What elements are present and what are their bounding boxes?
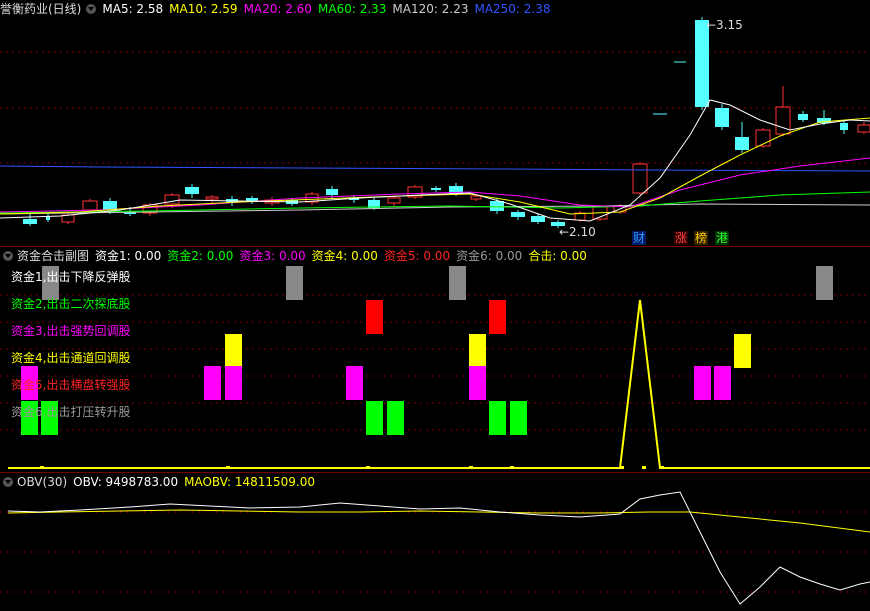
stock-title: 誉衡药业(日线) — [0, 2, 82, 16]
ma-label: MA20: 2.60 — [243, 2, 312, 16]
sub-value: 资金6: 0.00 — [456, 249, 523, 263]
signal-bar — [734, 334, 751, 368]
sub-value: 资金3: 0.00 — [239, 249, 306, 263]
collapse-icon[interactable] — [86, 4, 97, 14]
obv-header: OBV(30) OBV: 9498783.00 MAOBV: 14811509.00 — [0, 473, 321, 491]
sub-value: 合击: 0.00 — [528, 249, 587, 263]
candle-body-down — [490, 201, 504, 211]
signal-label: 资金3,出击强势回调股 — [11, 324, 131, 338]
ma-label: MA5: 2.58 — [102, 2, 164, 16]
signal-tick — [366, 466, 370, 469]
signal-label: 资金5,出击横盘转强股 — [11, 378, 131, 392]
signal-bar — [469, 334, 486, 368]
low-price-label: ←2.10 — [559, 225, 596, 239]
signal-tick — [660, 466, 664, 469]
sub-value: 资金1: 0.00 — [95, 249, 162, 263]
candle-body-up — [470, 195, 482, 200]
candle-body-down — [326, 189, 338, 195]
ma-label: MA10: 2.59 — [169, 2, 238, 16]
candle-body-up — [205, 196, 219, 200]
collapse-icon[interactable] — [3, 477, 13, 487]
maobv-line — [7, 509, 870, 533]
candle-body-down — [23, 219, 37, 224]
signal-tick — [620, 466, 624, 469]
candle-body-down — [840, 123, 848, 130]
signal-bar — [366, 300, 383, 334]
ma-label: MA250: 2.38 — [474, 2, 551, 16]
signal-bar — [510, 401, 527, 435]
signal-bar — [204, 366, 221, 400]
signal-bar — [346, 366, 363, 400]
ma5-line — [0, 99, 870, 222]
obv-panel[interactable]: OBV(30) OBV: 9498783.00 MAOBV: 14811509.00 — [0, 472, 870, 611]
ma-legend: MA5: 2.58 MA10: 2.59 MA20: 2.60 MA60: 2.33 M… — [102, 2, 556, 16]
signal-bar — [489, 300, 506, 334]
maobv-value: MAOBV: 14811509.00 — [184, 475, 316, 489]
main-header: 誉衡药业(日线) MA5: 2.58 MA10: 2.59 MA20: 2.60 MA6… — [0, 0, 557, 18]
candle-body-down — [695, 20, 709, 107]
signal-bar — [469, 366, 486, 400]
signal-tick — [469, 466, 473, 469]
combined-signal-line — [8, 299, 870, 469]
signal-bar — [366, 401, 383, 435]
signal-tick — [226, 466, 230, 469]
candle-body-up — [775, 106, 791, 135]
event-badge[interactable]: 榜 — [694, 231, 709, 245]
candle-body-down — [246, 198, 258, 201]
signal-bar — [694, 366, 711, 400]
candle-body-down — [531, 216, 545, 222]
sub-value: 资金2: 0.00 — [167, 249, 234, 263]
sub-values: 资金1: 0.00 资金2: 0.00 资金3: 0.00 资金4: 0.00 资金5:… — [95, 249, 593, 263]
signal-subchart-panel[interactable]: 资金合击副图 资金1: 0.00 资金2: 0.00 资金3: 0.00 资金4: 0.… — [0, 246, 870, 472]
signal-tick — [510, 466, 514, 469]
candle-body-down — [715, 108, 729, 127]
signal-bar — [489, 401, 506, 435]
signal-bar — [286, 266, 303, 300]
signal-tick — [642, 466, 646, 469]
collapse-icon[interactable] — [3, 251, 13, 261]
event-badge[interactable]: 港 — [715, 231, 730, 245]
signal-bar — [714, 366, 731, 400]
candle-body-down — [798, 114, 808, 120]
signal-label: 资金2,出击二次探底股 — [11, 297, 131, 311]
obv-title: OBV(30) — [17, 475, 68, 489]
candle-body-up — [857, 124, 870, 133]
signal-bar — [449, 266, 466, 300]
obv-value: OBV: 9498783.00 — [73, 475, 179, 489]
candle-body-down — [511, 212, 525, 217]
signal-chart[interactable] — [0, 246, 870, 472]
candle-body-up — [632, 163, 648, 194]
candle-body-down — [735, 137, 749, 150]
high-price-label: ←3.15 — [706, 18, 743, 32]
ma-label: MA60: 2.33 — [318, 2, 387, 16]
candle-body-down — [431, 188, 441, 190]
signal-label: 资金1,出击下降反弹股 — [11, 270, 131, 284]
signal-bar — [225, 366, 242, 400]
candle-body-up — [82, 200, 98, 211]
signal-tick — [40, 466, 44, 469]
price-chart[interactable] — [0, 0, 870, 246]
candle-body-down — [103, 201, 117, 210]
ma250-line — [0, 165, 870, 172]
obv-chart[interactable] — [0, 472, 870, 611]
candlestick-panel[interactable]: 誉衡药业(日线) MA5: 2.58 MA10: 2.59 MA20: 2.60 MA6… — [0, 0, 870, 246]
sub-value: 资金5: 0.00 — [383, 249, 451, 263]
candle-body-down — [185, 187, 199, 194]
candle-body-up — [387, 197, 401, 204]
signal-bar — [387, 401, 404, 435]
sub-value: 资金4: 0.00 — [311, 249, 378, 263]
event-badge[interactable]: 涨 — [674, 231, 689, 245]
ma10-line — [0, 117, 870, 215]
sub-title: 资金合击副图 — [17, 249, 90, 263]
signal-label: 资金4,出击通道回调股 — [11, 351, 131, 365]
signal-bar — [816, 266, 833, 300]
signal-bar — [225, 334, 242, 368]
sub-header: 资金合击副图 资金1: 0.00 资金2: 0.00 资金3: 0.00 资金4: 0.… — [0, 247, 593, 265]
signal-label: 资金6,出击打压转升股 — [11, 405, 131, 419]
ma-label: MA120: 2.23 — [392, 2, 469, 16]
event-badge[interactable]: 财 — [632, 231, 647, 245]
obv-line — [7, 491, 870, 605]
